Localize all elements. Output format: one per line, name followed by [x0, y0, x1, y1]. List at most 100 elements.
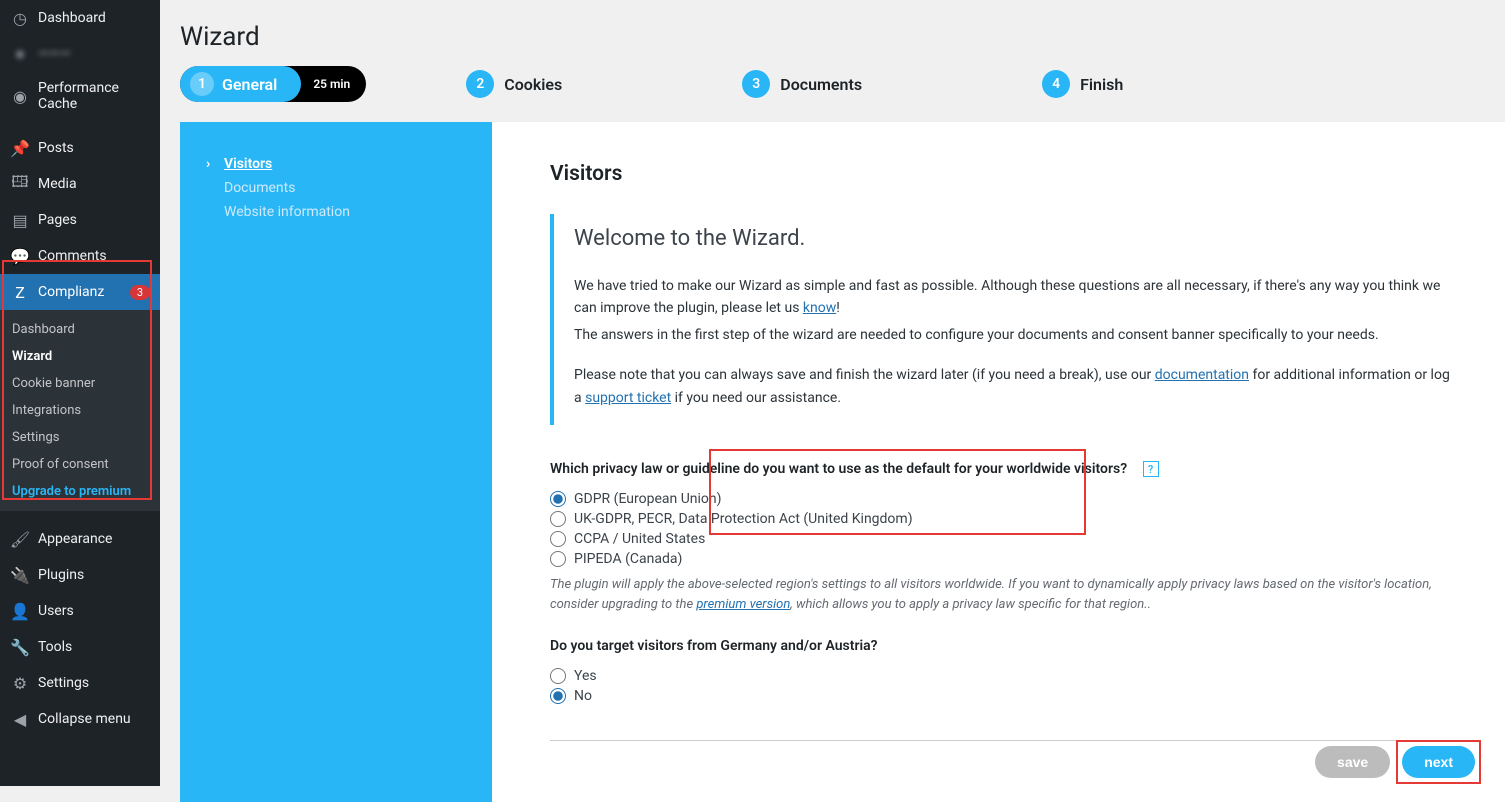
section-title: Visitors [550, 162, 1455, 186]
comment-icon: 💬 [10, 246, 30, 266]
wrench-icon: 🔧 [10, 637, 30, 657]
documentation-link[interactable]: documentation [1155, 367, 1249, 383]
radio-no[interactable]: No [550, 686, 1455, 706]
sidebar-item-label: Dashboard [38, 10, 150, 26]
sidebar-item-hidden[interactable]: ● ——— [0, 36, 160, 72]
notification-badge: 3 [130, 285, 150, 300]
sidebar-item-label: Media [38, 176, 150, 192]
intro-text-3: Please note that you can always save and… [574, 364, 1455, 409]
sidebar-item-label: Comments [38, 248, 150, 264]
step-label: Finish [1080, 75, 1123, 94]
brush-icon: 🖌 [10, 529, 30, 549]
sidebar-item-label: Tools [38, 639, 150, 655]
step-cookies[interactable]: 2 Cookies [466, 70, 562, 98]
nav-documents[interactable]: Documents [204, 176, 468, 200]
step-number: 1 [190, 72, 214, 96]
step-number: 4 [1042, 70, 1070, 98]
wizard-header: Wizard 1 General 25 min 2 Cookies 3 Docu… [160, 0, 1505, 118]
wizard-content-panel: Visitors Welcome to the Wizard. We have … [492, 122, 1505, 802]
sidebar-item-complianz[interactable]: Z Complianz 3 [0, 274, 160, 310]
support-ticket-link[interactable]: support ticket [585, 390, 671, 406]
nav-visitors[interactable]: Visitors [204, 152, 468, 176]
radio-input[interactable] [550, 511, 566, 527]
sidebar-item-label: Appearance [38, 531, 150, 547]
admin-sidebar: ◷ Dashboard ● ——— ◉ Performance Cache 📌 … [0, 0, 160, 786]
pages-icon: ▤ [10, 210, 30, 230]
question-privacy-law: Which privacy law or guideline do you wa… [550, 461, 1455, 477]
germany-options: Yes No [550, 666, 1455, 706]
radio-input[interactable] [550, 531, 566, 547]
radio-input[interactable] [550, 668, 566, 684]
submenu-upgrade[interactable]: Upgrade to premium [0, 478, 160, 505]
submenu-cookie-banner[interactable]: Cookie banner [0, 370, 160, 397]
radio-gdpr[interactable]: GDPR (European Union) [550, 489, 1455, 509]
step-label: Cookies [504, 75, 562, 94]
radio-input[interactable] [550, 551, 566, 567]
nav-website-info[interactable]: Website information [204, 200, 468, 224]
submenu-wizard[interactable]: Wizard [0, 343, 160, 370]
step-documents[interactable]: 3 Documents [742, 70, 862, 98]
sidebar-item-settings[interactable]: ⚙ Settings [0, 665, 160, 701]
next-button[interactable]: next [1402, 746, 1475, 778]
welcome-heading: Welcome to the Wizard. [574, 226, 1455, 251]
step-finish[interactable]: 4 Finish [1042, 70, 1123, 98]
privacy-note: The plugin will apply the above-selected… [550, 575, 1455, 614]
sidebar-item-performance[interactable]: ◉ Performance Cache [0, 72, 160, 120]
step-general[interactable]: 1 General 25 min [180, 66, 366, 102]
step-time: 25 min [313, 77, 350, 91]
premium-link[interactable]: premium version [696, 597, 790, 612]
sidebar-item-appearance[interactable]: 🖌 Appearance [0, 521, 160, 557]
dashboard-icon: ◷ [10, 8, 30, 28]
radio-input[interactable] [550, 491, 566, 507]
welcome-box: Welcome to the Wizard. We have tried to … [550, 214, 1455, 425]
sidebar-item-label: Posts [38, 140, 150, 156]
sidebar-item-pages[interactable]: ▤ Pages [0, 202, 160, 238]
wizard-buttons: save next [1315, 746, 1475, 778]
step-number: 2 [466, 70, 494, 98]
question-germany-austria: Do you target visitors from Germany and/… [550, 638, 1455, 654]
content-row: Visitors Documents Website information V… [160, 122, 1505, 802]
submenu-proof[interactable]: Proof of consent [0, 451, 160, 478]
sidebar-item-label: Users [38, 603, 150, 619]
sidebar-item-media[interactable]: 🖽 Media [0, 166, 160, 202]
submenu-settings[interactable]: Settings [0, 424, 160, 451]
radio-uk-gdpr[interactable]: UK-GDPR, PECR, Data Protection Act (Unit… [550, 509, 1455, 529]
sliders-icon: ⚙ [10, 673, 30, 693]
sidebar-item-label: ——— [38, 46, 150, 62]
submenu-integrations[interactable]: Integrations [0, 397, 160, 424]
sidebar-item-label: Pages [38, 212, 150, 228]
save-button[interactable]: save [1315, 746, 1390, 778]
pin-icon: 📌 [10, 138, 30, 158]
sidebar-item-label: Settings [38, 675, 150, 691]
page-title: Wizard [180, 22, 1485, 52]
media-icon: 🖽 [10, 174, 30, 194]
help-icon[interactable]: ? [1143, 461, 1159, 477]
sidebar-item-label: Collapse menu [38, 711, 150, 727]
plug-icon: 🔌 [10, 565, 30, 585]
main-content: Wizard 1 General 25 min 2 Cookies 3 Docu… [160, 0, 1505, 786]
generic-icon: ● [10, 44, 30, 64]
radio-input[interactable] [550, 688, 566, 704]
sidebar-item-tools[interactable]: 🔧 Tools [0, 629, 160, 665]
sidebar-item-posts[interactable]: 📌 Posts [0, 130, 160, 166]
sidebar-item-dashboard[interactable]: ◷ Dashboard [0, 0, 160, 36]
sidebar-item-users[interactable]: 👤 Users [0, 593, 160, 629]
radio-ccpa[interactable]: CCPA / United States [550, 529, 1455, 549]
sidebar-item-label: Plugins [38, 567, 150, 583]
complianz-icon: Z [10, 282, 30, 302]
complianz-submenu: Dashboard Wizard Cookie banner Integrati… [0, 310, 160, 511]
know-link[interactable]: know [803, 300, 836, 316]
submenu-dashboard[interactable]: Dashboard [0, 316, 160, 343]
sidebar-item-label: Performance Cache [38, 80, 150, 112]
sidebar-item-plugins[interactable]: 🔌 Plugins [0, 557, 160, 593]
step-label: Documents [780, 75, 862, 94]
intro-text-2: The answers in the first step of the wiz… [574, 324, 1455, 346]
wizard-nav-panel: Visitors Documents Website information [180, 122, 492, 802]
user-icon: 👤 [10, 601, 30, 621]
radio-yes[interactable]: Yes [550, 666, 1455, 686]
intro-text: We have tried to make our Wizard as simp… [574, 275, 1455, 320]
sidebar-item-comments[interactable]: 💬 Comments [0, 238, 160, 274]
divider [550, 740, 1455, 741]
radio-pipeda[interactable]: PIPEDA (Canada) [550, 549, 1455, 569]
sidebar-item-collapse[interactable]: ◀ Collapse menu [0, 701, 160, 737]
